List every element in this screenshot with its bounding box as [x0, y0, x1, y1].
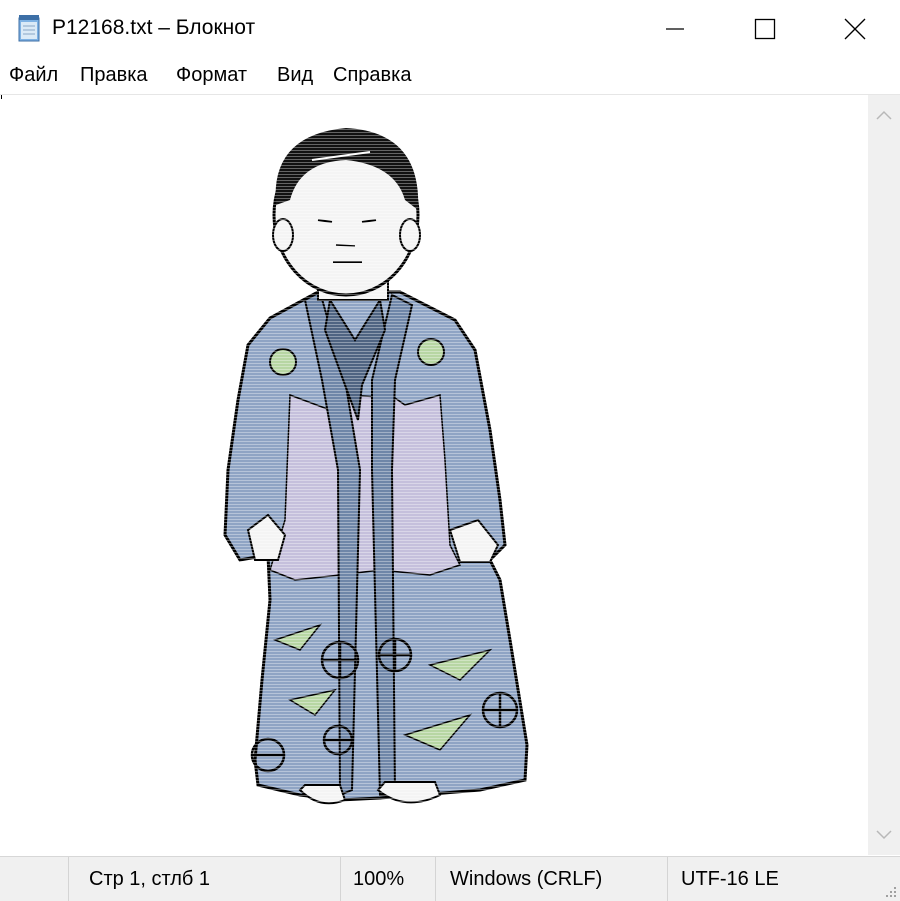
kimono-child-illustration: [220, 120, 540, 820]
status-separator: [435, 857, 436, 901]
menu-view[interactable]: Вид: [277, 64, 313, 87]
zoom-level: 100%: [353, 867, 405, 890]
minimize-icon: [666, 28, 684, 30]
text-editor[interactable]: [0, 95, 868, 855]
resize-grip-icon[interactable]: [882, 883, 898, 899]
scroll-down-button[interactable]: [868, 817, 900, 853]
scanline-texture: [220, 120, 540, 820]
close-icon: [844, 18, 866, 40]
close-button[interactable]: [810, 0, 900, 58]
window-title: P12168.txt – Блокнот: [52, 16, 256, 39]
chevron-down-icon: [876, 830, 892, 840]
title-bar: P12168.txt – Блокнот: [0, 0, 900, 58]
scroll-up-button[interactable]: [868, 97, 900, 133]
status-separator: [667, 857, 668, 901]
menu-format[interactable]: Формат: [176, 64, 247, 87]
menu-bar: Файл Правка Формат Вид Справка: [0, 58, 900, 95]
chevron-up-icon: [876, 110, 892, 120]
maximize-icon: [754, 18, 776, 40]
minimize-button[interactable]: [630, 0, 720, 58]
cursor-position: Стр 1, стлб 1: [89, 867, 211, 890]
line-endings: Windows (CRLF): [450, 867, 603, 890]
encoding: UTF-16 LE: [681, 867, 779, 890]
menu-file[interactable]: Файл: [9, 64, 58, 87]
status-separator: [68, 857, 69, 901]
notepad-icon: [18, 15, 40, 42]
vertical-scrollbar[interactable]: [868, 95, 900, 855]
status-bar: Стр 1, стлб 1 100% Windows (CRLF) UTF-16…: [0, 856, 900, 901]
status-separator: [340, 857, 341, 901]
maximize-button[interactable]: [720, 0, 810, 58]
menu-edit[interactable]: Правка: [80, 64, 148, 87]
text-caret: [1, 95, 2, 99]
menu-help[interactable]: Справка: [333, 64, 411, 87]
